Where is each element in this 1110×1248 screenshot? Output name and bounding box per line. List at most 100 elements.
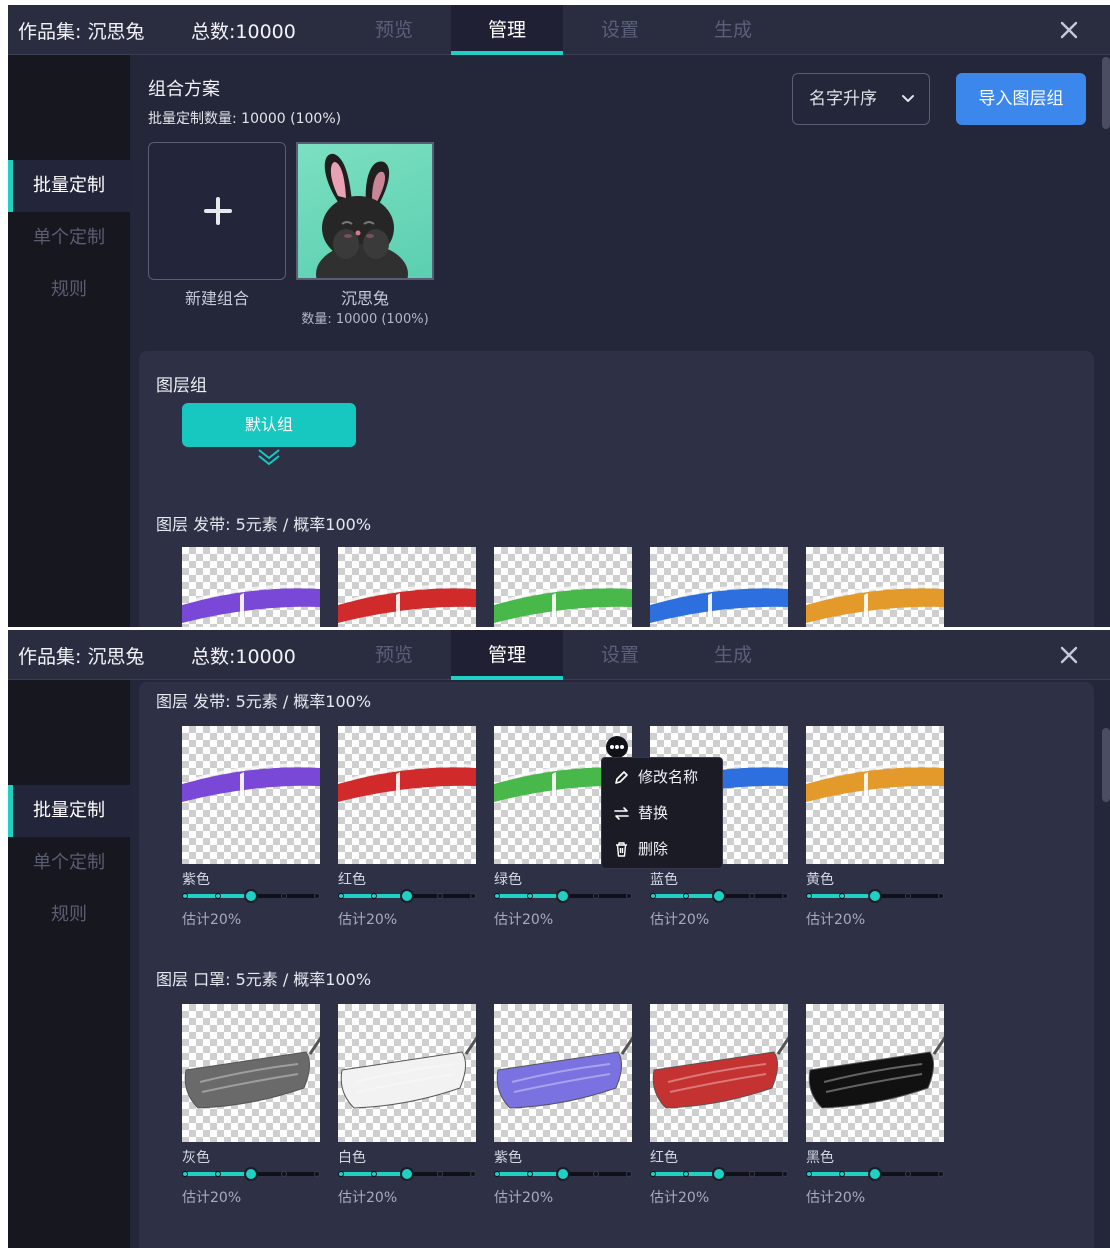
slider-handle[interactable] <box>868 889 882 903</box>
layer-element-thumbnail[interactable] <box>806 547 944 627</box>
slider-step-dot <box>626 1171 633 1177</box>
slider-step-dot <box>314 893 321 899</box>
slider-step-dot <box>749 1171 756 1177</box>
sidebar-item-rules[interactable]: 规则 <box>8 889 130 941</box>
tab-manage[interactable]: 管理 <box>451 630 563 680</box>
layer-element-thumbnail[interactable] <box>182 547 320 627</box>
layer-element-thumbnail[interactable] <box>650 1004 788 1142</box>
menu-item-rename[interactable]: 修改名称 <box>602 760 724 795</box>
combo-thumbnail[interactable] <box>296 142 434 280</box>
manage-panel-bottom: 作品集: 沉思兔 总数:10000 预览 管理 设置 生成 批量定制 单个定制 … <box>8 630 1110 1248</box>
tab-generate[interactable]: 生成 <box>677 5 789 55</box>
layer-element-thumbnail[interactable] <box>494 1004 632 1142</box>
slider-step-dot <box>314 1171 321 1177</box>
element-name: 绿色 <box>494 872 522 888</box>
element-estimate: 估计20% <box>494 1190 554 1206</box>
sidebar-item-batch[interactable]: 批量定制 <box>8 160 130 212</box>
slider-step-dot <box>938 893 945 899</box>
layer-element-thumbnail[interactable] <box>650 547 788 627</box>
element-estimate: 估计20% <box>806 1190 866 1206</box>
slider-step-dot <box>437 893 444 899</box>
sidebar-item-single[interactable]: 单个定制 <box>8 837 130 889</box>
tab-settings[interactable]: 设置 <box>564 5 676 55</box>
slider-handle[interactable] <box>712 889 726 903</box>
layer-element-thumbnail[interactable] <box>182 726 320 864</box>
more-options-icon[interactable] <box>606 736 628 758</box>
slider-step-dot <box>626 893 633 899</box>
slider-handle[interactable] <box>868 1167 882 1181</box>
slider-handle[interactable] <box>556 889 570 903</box>
element-name: 灰色 <box>182 1150 210 1166</box>
probability-slider[interactable] <box>805 1167 945 1181</box>
layer-element-thumbnail[interactable] <box>494 547 632 627</box>
slider-handle[interactable] <box>400 1167 414 1181</box>
slider-step-dot <box>370 893 377 899</box>
menu-item-label: 替换 <box>638 804 669 822</box>
sort-select[interactable]: 名字升序 <box>792 73 930 125</box>
probability-slider[interactable] <box>649 1167 789 1181</box>
slider-step-dot <box>470 893 477 899</box>
sidebar-item-single[interactable]: 单个定制 <box>8 212 130 264</box>
probability-slider[interactable] <box>649 889 789 903</box>
menu-item-label: 删除 <box>638 840 669 858</box>
sidebar: 批量定制 单个定制 规则 <box>8 55 130 627</box>
element-estimate: 估计20% <box>650 1190 710 1206</box>
slider-step-dot <box>281 893 288 899</box>
probability-slider[interactable] <box>493 1167 633 1181</box>
element-estimate: 估计20% <box>338 912 398 928</box>
combo-item-count: 数量: 10000 (100%) <box>301 312 429 327</box>
scrollbar-thumb[interactable] <box>1102 57 1110 129</box>
probability-slider[interactable] <box>337 889 477 903</box>
layer-element-thumbnail[interactable] <box>338 1004 476 1142</box>
default-group-button[interactable]: 默认组 <box>182 403 356 447</box>
probability-slider[interactable] <box>493 889 633 903</box>
new-combo-button[interactable] <box>148 142 286 280</box>
swap-icon <box>614 807 629 820</box>
element-name: 紫色 <box>494 1150 522 1166</box>
probability-slider[interactable] <box>181 889 321 903</box>
menu-item-delete[interactable]: 删除 <box>602 832 724 867</box>
new-combo-label: 新建组合 <box>184 289 249 308</box>
layer-element-thumbnail[interactable] <box>338 547 476 627</box>
menu-item-replace[interactable]: 替换 <box>602 796 724 831</box>
probability-slider[interactable] <box>181 1167 321 1181</box>
tab-generate[interactable]: 生成 <box>677 630 789 680</box>
slider-step-dot <box>749 893 756 899</box>
slider-handle[interactable] <box>400 889 414 903</box>
element-estimate: 估计20% <box>182 912 242 928</box>
sidebar-item-batch[interactable]: 批量定制 <box>8 785 130 837</box>
context-menu: 修改名称 替换 删除 <box>601 757 723 869</box>
slider-step-dot <box>181 893 188 899</box>
tab-settings[interactable]: 设置 <box>564 630 676 680</box>
slider-handle[interactable] <box>244 1167 258 1181</box>
slider-handle[interactable] <box>244 889 258 903</box>
tab-preview[interactable]: 预览 <box>338 5 450 55</box>
close-icon[interactable] <box>1054 15 1084 45</box>
layer-element-thumbnail[interactable] <box>806 726 944 864</box>
slider-step-dot <box>526 893 533 899</box>
menu-item-label: 修改名称 <box>638 768 699 786</box>
slider-step-dot <box>493 893 500 899</box>
slider-handle[interactable] <box>556 1167 570 1181</box>
element-estimate: 估计20% <box>338 1190 398 1206</box>
element-estimate: 估计20% <box>182 1190 242 1206</box>
sidebar-item-rules[interactable]: 规则 <box>8 264 130 316</box>
layer-header-headband: 图层 发带: 5元素 / 概率100% <box>156 692 372 711</box>
chevron-down-icon <box>258 449 280 466</box>
import-layer-group-button[interactable]: 导入图层组 <box>956 73 1086 125</box>
layer-element-thumbnail[interactable] <box>806 1004 944 1142</box>
top-bar: 作品集: 沉思兔 总数:10000 预览 管理 设置 生成 <box>8 5 1110 55</box>
probability-slider[interactable] <box>337 1167 477 1181</box>
slider-handle[interactable] <box>712 1167 726 1181</box>
slider-step-dot <box>782 1171 789 1177</box>
layer-element-thumbnail[interactable] <box>182 1004 320 1142</box>
tab-preview[interactable]: 预览 <box>338 630 450 680</box>
probability-slider[interactable] <box>805 889 945 903</box>
slider-step-dot <box>526 1171 533 1177</box>
layer-group-title: 图层组 <box>156 376 207 396</box>
scrollbar-thumb[interactable] <box>1102 728 1110 802</box>
layer-element-thumbnail[interactable] <box>338 726 476 864</box>
collection-title: 作品集: 沉思兔 <box>18 21 145 43</box>
close-icon[interactable] <box>1054 640 1084 670</box>
tab-manage[interactable]: 管理 <box>451 5 563 55</box>
